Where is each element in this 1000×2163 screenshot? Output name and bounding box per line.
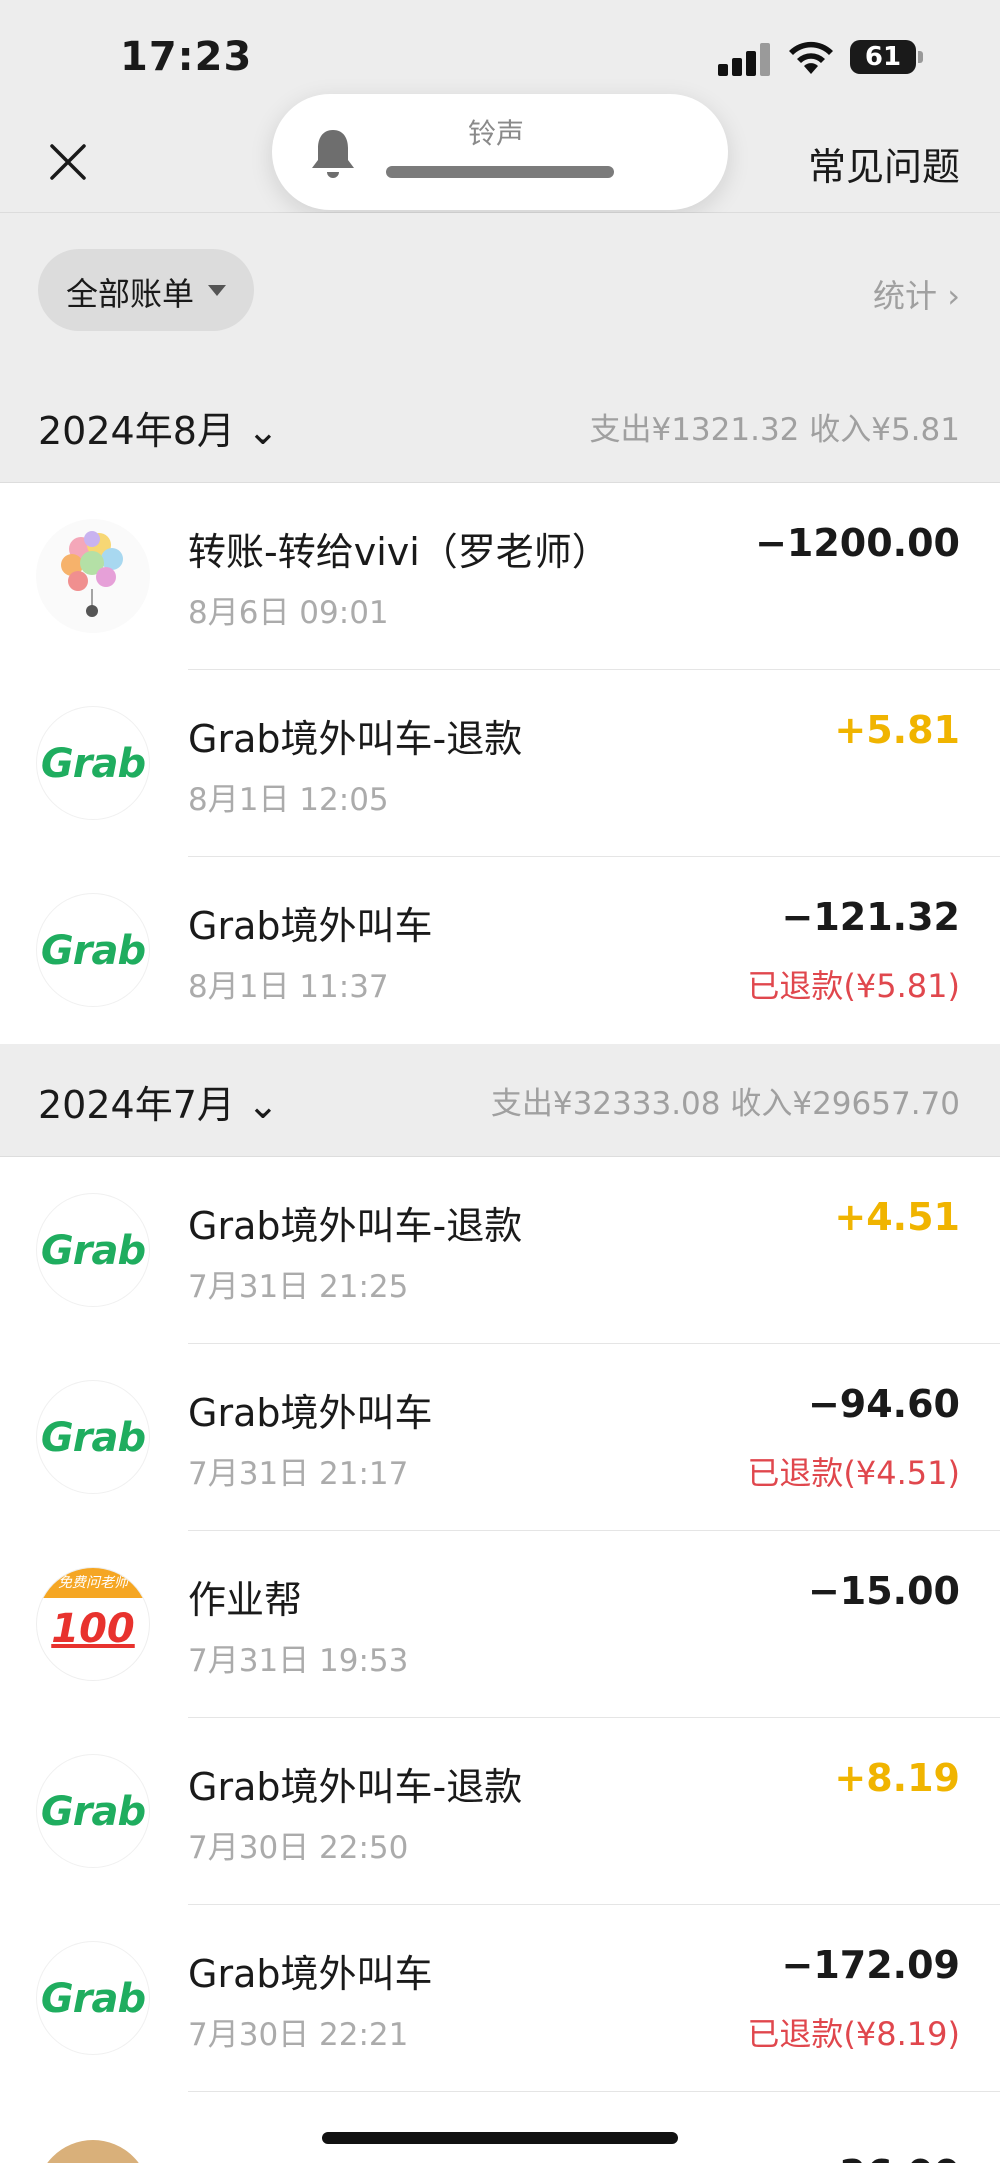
month-summary: 支出¥32333.08 收入¥29657.70 bbox=[490, 1086, 960, 1122]
transaction-title: 何文田（西湖银泰店） bbox=[188, 2152, 568, 2163]
ringer-toast: 铃声 bbox=[272, 94, 728, 210]
transaction-row[interactable]: Grab Grab境外叫车-退款 8月1日 12:05 +5.81 bbox=[0, 670, 1000, 857]
transaction-amount: −121.32 bbox=[781, 895, 960, 939]
grab-logo-icon: Grab bbox=[36, 706, 150, 820]
transaction-date: 7月30日 22:50 bbox=[188, 1830, 409, 1866]
filter-bar: 全部账单 统计 › bbox=[0, 213, 1000, 370]
balloons-avatar bbox=[36, 519, 150, 633]
transaction-date: 7月31日 21:17 bbox=[188, 1456, 409, 1492]
grab-logo-text: Grab bbox=[40, 1976, 146, 2022]
transaction-date: 8月6日 09:01 bbox=[188, 595, 389, 631]
transaction-amount: −26.00 bbox=[808, 2152, 960, 2163]
transaction-row[interactable]: 转账-转给vivi（罗老师） 8月6日 09:01 −1200.00 bbox=[0, 483, 1000, 670]
grab-logo-text: Grab bbox=[40, 1228, 146, 1274]
grab-logo-icon: Grab bbox=[36, 893, 150, 1007]
statistics-link[interactable]: 统计 › bbox=[873, 271, 960, 317]
all-bills-dropdown[interactable]: 全部账单 bbox=[38, 249, 254, 331]
balloons-icon bbox=[61, 531, 123, 617]
faq-link[interactable]: 常见问题 bbox=[808, 136, 960, 191]
transaction-title: 作业帮 bbox=[188, 1578, 303, 1622]
refund-note: 已退款(¥5.81) bbox=[747, 967, 960, 1005]
transaction-title: Grab境外叫车-退款 bbox=[188, 717, 523, 761]
status-time: 17:23 bbox=[120, 34, 253, 80]
transaction-amount: −1200.00 bbox=[755, 521, 960, 565]
transaction-row[interactable]: Grab Grab境外叫车 7月31日 21:17 −94.60 已退款(¥4.… bbox=[0, 1344, 1000, 1531]
month-summary: 支出¥1321.32 收入¥5.81 bbox=[589, 412, 960, 448]
transaction-title: Grab境外叫车 bbox=[188, 904, 433, 948]
transaction-date: 7月31日 21:25 bbox=[188, 1269, 409, 1305]
wifi-icon bbox=[789, 41, 833, 74]
ringer-label: 铃声 bbox=[468, 117, 525, 150]
transaction-title: Grab境外叫车-退款 bbox=[188, 1204, 523, 1248]
home-indicator[interactable] bbox=[322, 2132, 678, 2144]
zuoyebang-banner: 免费问老师 bbox=[37, 1568, 149, 1598]
month-header[interactable]: 2024年8月 ⌄ 支出¥1321.32 收入¥5.81 bbox=[0, 370, 1000, 483]
grab-logo-icon: Grab bbox=[36, 1754, 150, 1868]
dropdown-label: 全部账单 bbox=[66, 275, 195, 313]
grab-logo-icon: Grab bbox=[36, 1380, 150, 1494]
refund-note: 已退款(¥8.19) bbox=[747, 2015, 960, 2053]
grab-logo-icon: Grab bbox=[36, 1941, 150, 2055]
transaction-row[interactable]: Grab Grab境外叫车-退款 7月31日 21:25 +4.51 bbox=[0, 1157, 1000, 1344]
transaction-row[interactable]: Grab Grab境外叫车-退款 7月30日 22:50 +8.19 bbox=[0, 1718, 1000, 1905]
transaction-title: Grab境外叫车-退款 bbox=[188, 1765, 523, 1809]
month-label: 2024年8月 ⌄ bbox=[38, 409, 279, 453]
month-label: 2024年7月 ⌄ bbox=[38, 1083, 279, 1127]
transaction-amount: +4.51 bbox=[834, 1195, 960, 1239]
month-header[interactable]: 2024年7月 ⌄ 支出¥32333.08 收入¥29657.70 bbox=[0, 1044, 1000, 1157]
transaction-amount: +5.81 bbox=[834, 708, 960, 752]
close-icon[interactable] bbox=[40, 134, 96, 190]
transaction-date: 7月30日 22:21 bbox=[188, 2017, 409, 2053]
grab-logo-icon: Grab bbox=[36, 1193, 150, 1307]
transaction-date: 8月1日 12:05 bbox=[188, 782, 389, 818]
zuoyebang-number: 100 bbox=[51, 1606, 135, 1652]
transaction-amount: −94.60 bbox=[807, 1382, 960, 1426]
transaction-title: Grab境外叫车 bbox=[188, 1391, 433, 1435]
grab-logo-text: Grab bbox=[40, 1415, 146, 1461]
transaction-row[interactable]: 何文田（西湖银泰店） −26.00 bbox=[0, 2092, 1000, 2163]
transaction-row[interactable]: Grab Grab境外叫车 7月30日 22:21 −172.09 已退款(¥8… bbox=[0, 1905, 1000, 2092]
transaction-title: Grab境外叫车 bbox=[188, 1952, 433, 1996]
merchant-avatar bbox=[36, 2140, 150, 2163]
transaction-amount: +8.19 bbox=[834, 1756, 960, 1800]
transaction-date: 7月31日 19:53 bbox=[188, 1643, 409, 1679]
transaction-row[interactable]: Grab Grab境外叫车 8月1日 11:37 −121.32 已退款(¥5.… bbox=[0, 857, 1000, 1044]
transaction-date: 8月1日 11:37 bbox=[188, 969, 389, 1005]
volume-bar bbox=[386, 166, 614, 178]
grab-logo-text: Grab bbox=[40, 741, 146, 787]
refund-note: 已退款(¥4.51) bbox=[747, 1454, 960, 1492]
zuoyebang-logo-icon: 免费问老师 100 bbox=[36, 1567, 150, 1681]
grab-logo-text: Grab bbox=[40, 928, 146, 974]
transaction-title: 转账-转给vivi（罗老师） bbox=[188, 530, 610, 574]
transaction-row[interactable]: 免费问老师 100 作业帮 7月31日 19:53 −15.00 bbox=[0, 1531, 1000, 1718]
cellular-signal-icon bbox=[718, 42, 774, 76]
dropdown-arrow-icon bbox=[208, 285, 226, 296]
grab-logo-text: Grab bbox=[40, 1789, 146, 1835]
transaction-amount: −172.09 bbox=[781, 1943, 960, 1987]
transaction-amount: −15.00 bbox=[807, 1569, 960, 1613]
battery-icon: 61 bbox=[850, 40, 923, 74]
bell-icon bbox=[312, 130, 354, 178]
